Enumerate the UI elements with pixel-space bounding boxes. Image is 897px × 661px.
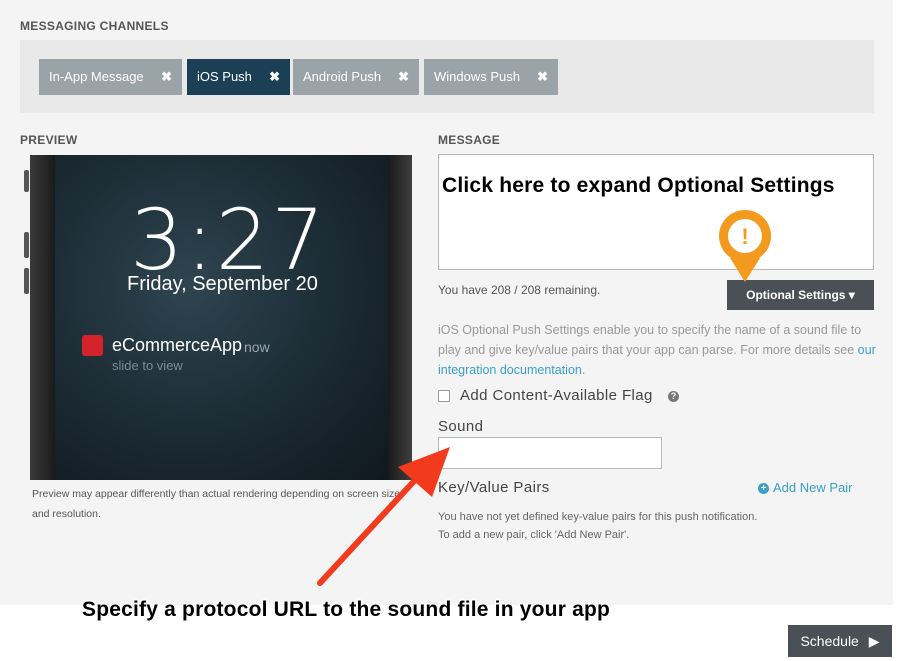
slide-to-view: slide to view <box>112 358 183 373</box>
description-text: iOS Optional Push Settings enable you to… <box>438 323 862 357</box>
add-new-pair-link[interactable]: + Add New Pair <box>758 480 852 495</box>
remove-icon[interactable]: ✖ <box>161 59 172 95</box>
kv-pairs-note: You have not yet defined key-value pairs… <box>438 508 757 544</box>
channels-bar: In-App Message ✖ iOS Push ✖ Android Push… <box>20 40 874 113</box>
remove-icon[interactable]: ✖ <box>269 59 280 95</box>
remove-icon[interactable]: ✖ <box>537 59 548 95</box>
notification-time: now <box>244 339 270 355</box>
chevron-right-icon: ▶ <box>868 633 880 649</box>
message-textarea[interactable] <box>438 154 874 270</box>
channel-chip-label: Windows Push <box>434 69 520 84</box>
phone-side-button <box>24 170 29 192</box>
add-new-pair-label: Add New Pair <box>773 480 853 495</box>
channel-chip-android[interactable]: Android Push ✖ <box>293 59 419 95</box>
content-available-label: Add Content-Available Flag <box>460 387 653 404</box>
phone-side-button <box>24 268 29 294</box>
notification-app-name: eCommerceApp <box>112 335 243 355</box>
channels-title: MESSAGING CHANNELS <box>20 19 169 33</box>
channel-chip-ios[interactable]: iOS Push ✖ <box>187 59 290 95</box>
message-title: MESSAGE <box>438 133 501 147</box>
red-arrow-icon <box>317 447 450 586</box>
sound-input[interactable] <box>438 437 662 469</box>
description-suffix: . <box>581 363 586 377</box>
exclamation-pin-icon: ! <box>719 210 771 282</box>
app-icon <box>82 335 103 356</box>
character-counter: You have 208 / 208 remaining. <box>438 283 601 297</box>
channel-chip-windows[interactable]: Windows Push ✖ <box>424 59 558 95</box>
schedule-label: Schedule <box>800 633 859 649</box>
lockscreen-clock: 3:27 <box>130 191 327 289</box>
phone-bezel-right <box>388 155 412 480</box>
optional-settings-description: iOS Optional Push Settings enable you to… <box>438 320 878 380</box>
kv-note-line: To add a new pair, click 'Add New Pair'. <box>438 529 630 541</box>
channel-chip-label: In-App Message <box>49 69 144 84</box>
phone-bezel-left <box>30 155 55 480</box>
kv-note-line: You have not yet defined key-value pairs… <box>438 511 758 523</box>
schedule-button[interactable]: Schedule ▶ <box>788 625 892 657</box>
pin-glyph: ! <box>741 224 748 249</box>
remove-icon[interactable]: ✖ <box>398 59 409 95</box>
preview-title: PREVIEW <box>20 133 78 147</box>
help-icon[interactable]: ? <box>668 391 679 402</box>
plus-circle-icon: + <box>758 483 769 494</box>
lockscreen-date: Friday, September 20 <box>127 273 318 295</box>
sound-label: Sound <box>438 418 484 435</box>
annotation-expand-settings: Click here to expand Optional Settings <box>442 174 835 197</box>
channel-chip-label: Android Push <box>303 69 382 84</box>
channel-chip-label: iOS Push <box>197 69 252 84</box>
phone-side-button <box>24 232 29 258</box>
annotation-sound-url: Specify a protocol URL to the sound file… <box>82 598 611 621</box>
content-available-checkbox[interactable] <box>438 390 450 402</box>
channel-chip-in-app[interactable]: In-App Message ✖ <box>39 59 182 95</box>
